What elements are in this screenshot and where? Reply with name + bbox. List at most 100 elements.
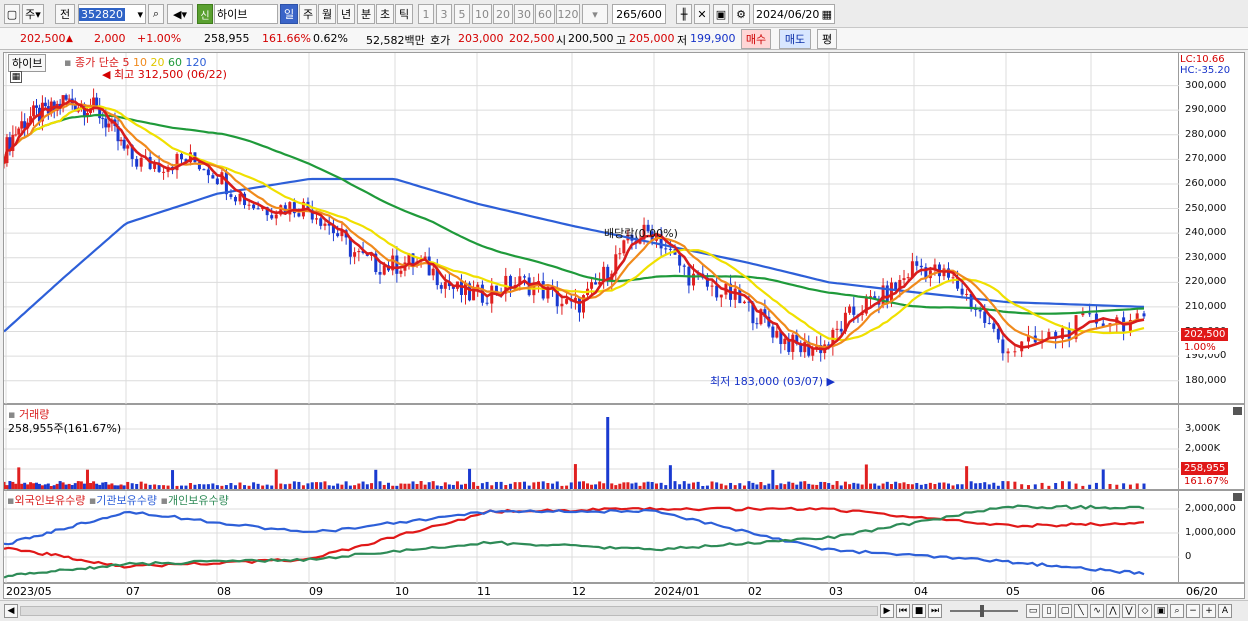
volume-bar [130,483,134,489]
candle-body [682,265,686,267]
volume-bar [803,481,807,489]
volume-bar [32,483,36,489]
interval-year[interactable]: 년 [337,4,355,24]
volume-bar [928,482,932,489]
num-btn-20[interactable]: 20 [493,4,513,24]
num-btn-3[interactable]: 3 [436,4,452,24]
first-icon[interactable]: ⏮ [896,604,910,618]
turnover-rate: 0.62% [313,32,348,45]
zoom-slider[interactable] [950,610,1018,612]
volume-bar [673,481,677,489]
speaker-icon[interactable]: ◀▾ [167,4,193,24]
scroll-right-icon[interactable]: ▶ [880,604,894,618]
interval-week[interactable]: 주 [299,4,317,24]
interval-tick[interactable]: 틱 [395,4,413,24]
num-btn-60[interactable]: 60 [535,4,555,24]
font-icon[interactable]: A [1218,604,1232,618]
interval-second[interactable]: 초 [376,4,394,24]
period-select[interactable]: 주 ▾ [22,4,44,24]
layout2-icon[interactable]: ▯ [1042,604,1056,618]
volume-bar [594,484,598,489]
draw6-icon[interactable]: ▣ [1154,604,1168,618]
volume-bar [590,484,594,489]
num-btn-1[interactable]: 1 [418,4,434,24]
volume-bar [1033,484,1037,489]
layout1-icon[interactable]: ▭ [1026,604,1040,618]
scroll-track[interactable] [20,606,878,616]
eval-button[interactable]: 평 [817,29,837,49]
price-tick-label: 250,000 [1185,202,1227,214]
interval-minute[interactable]: 분 [357,4,375,24]
search-icon[interactable]: ⌕ [148,4,164,24]
sell-button[interactable]: 매도 [779,29,811,49]
buy-button[interactable]: 매수 [741,29,771,49]
num-btn-120[interactable]: 120 [556,4,580,24]
legend-foreign: 외국인보유수량 [14,494,86,507]
grid-icon[interactable]: ▦ [10,71,22,83]
high-value: 205,000 [629,32,675,45]
candle-body [594,282,598,285]
draw3-icon[interactable]: ⋀ [1106,604,1120,618]
num-btn-10[interactable]: 10 [472,4,492,24]
volume-close-icon[interactable] [1233,407,1242,415]
prev-button[interactable]: 전 [55,4,75,24]
num-btn-30[interactable]: 30 [514,4,534,24]
volume-bar [215,485,219,489]
volume-bar [546,482,550,489]
volume-bar [811,484,815,489]
layout3-icon[interactable]: ▢ [1058,604,1072,618]
gear-icon[interactable]: ⚙ [732,4,750,24]
volume-bar [710,481,714,489]
volume-bar [175,485,179,489]
volume-bar [719,483,723,489]
volume-bar [85,469,89,489]
zoom-search-icon[interactable]: ⌕ [1170,604,1184,618]
volume-tick-label: 2,000K [1185,443,1221,454]
crosshair-icon[interactable]: ✕ [694,4,710,24]
x-tick-label: 04 [914,585,928,598]
volume-bar [336,483,340,489]
stock-name-field[interactable]: 하이브 [214,4,278,24]
interval-day[interactable]: 일 [280,4,298,24]
candle-icon[interactable]: ╫ [676,4,692,24]
candle-body [270,215,274,219]
volume-bar [319,482,323,489]
window-icon[interactable]: ▢ [4,4,20,24]
x-tick-label: 06/20 [1186,585,1218,598]
trade-amount: 52,582백만 [366,34,425,47]
custom-select[interactable]: ▾ [582,4,608,24]
volume-bar [537,481,541,489]
draw5-icon[interactable]: ◇ [1138,604,1152,618]
save-icon[interactable]: ▣ [713,4,729,24]
interval-month[interactable]: 월 [318,4,336,24]
draw4-icon[interactable]: ⋁ [1122,604,1136,618]
stock-tab[interactable]: 하이브 [8,54,47,72]
count-field[interactable]: 265/600 [612,4,666,24]
code-input[interactable]: 352820 ▾ [78,4,146,24]
volume-bar [107,484,111,489]
candle-body [211,175,215,179]
candle-body [297,213,301,217]
candle-body [803,341,807,353]
volume-bar [70,484,74,489]
zoom-handle[interactable] [980,605,984,617]
candle-body [791,334,795,352]
date-field[interactable]: 2024/06/20 ▦ [753,4,835,24]
candle-body [439,285,443,289]
last-icon[interactable]: ⏭ [928,604,942,618]
zoom-out-icon[interactable]: − [1186,604,1200,618]
annot-high-text: 최고 312,500 (06/22) [113,68,227,81]
candle-body [107,123,111,128]
calendar-icon[interactable]: ▦ [822,8,834,21]
scroll-left-icon[interactable]: ◀ [4,604,18,618]
volume-bar [193,484,197,489]
zoom-in-icon[interactable]: + [1202,604,1216,618]
volume-bar [755,484,759,489]
num-btn-5[interactable]: 5 [454,4,470,24]
holdings-close-icon[interactable] [1233,493,1242,501]
volume-bar [630,483,634,489]
stop-icon[interactable]: ■ [912,604,926,618]
volume-bar [238,482,242,489]
draw2-icon[interactable]: ∿ [1090,604,1104,618]
draw1-icon[interactable]: ╲ [1074,604,1088,618]
